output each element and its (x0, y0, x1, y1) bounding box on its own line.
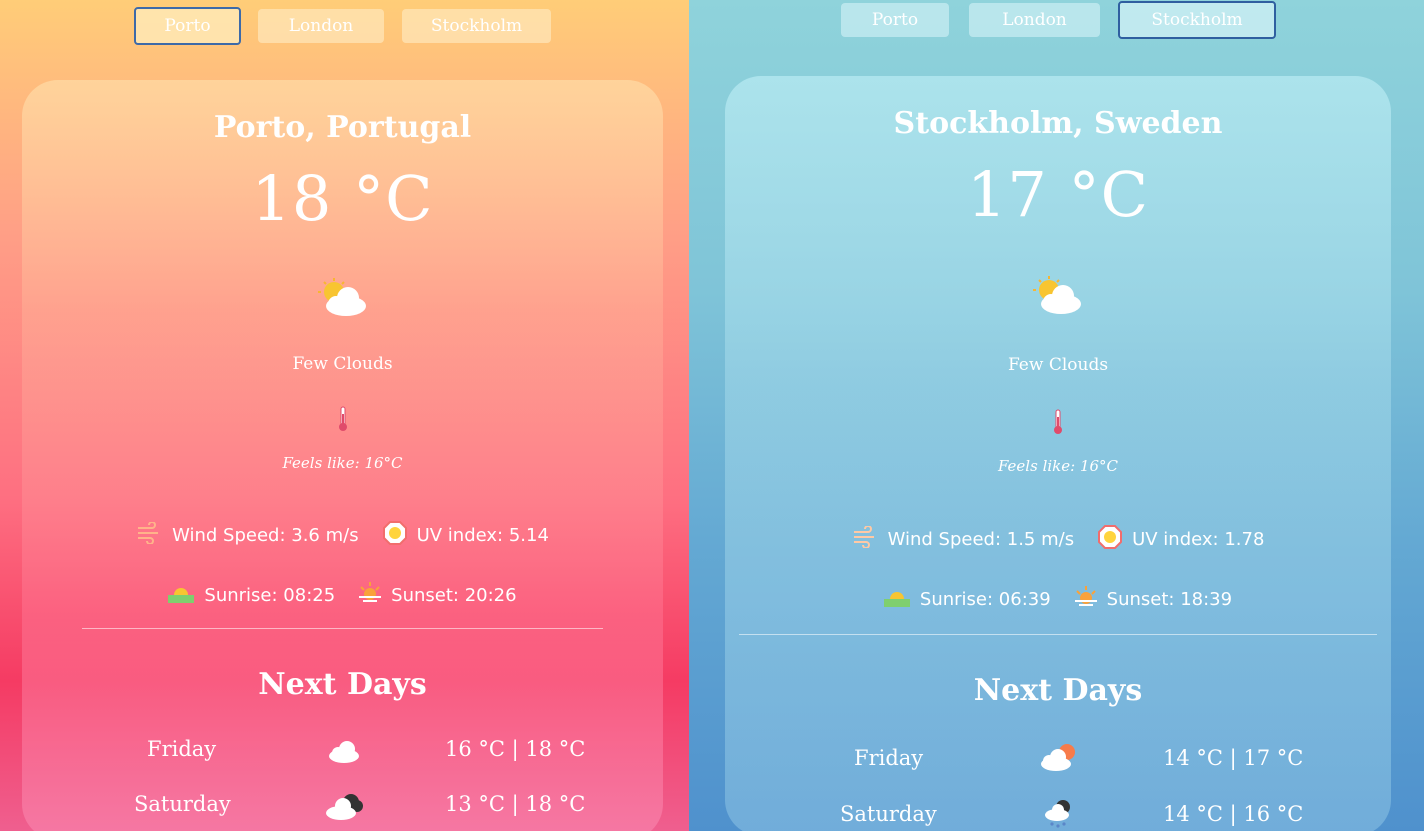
weather-card: Stockholm, Sweden 17 °C Few Clouds Feels… (725, 76, 1391, 831)
forecast-temps: 14 °C | 16 °C (1163, 802, 1304, 826)
thermometer-icon (22, 406, 663, 436)
forecast-temps: 14 °C | 17 °C (1163, 746, 1304, 770)
forecast-day: Saturday (134, 792, 231, 816)
stockholm-weather-panel: Porto London Stockholm Stockholm, Sweden… (689, 0, 1424, 831)
wind-icon (852, 525, 878, 553)
sun-row: Sunrise: 08:25 Sunset: 20:26 (22, 582, 663, 609)
sunrise-icon (883, 587, 910, 612)
sunrise-icon (168, 583, 195, 608)
next-days-title: Next Days (258, 667, 427, 702)
tab-stockholm[interactable]: Stockholm (1118, 1, 1276, 39)
city-title: Porto, Portugal (213, 110, 472, 145)
condition-text: Few Clouds (1007, 355, 1109, 375)
sunset-icon (359, 582, 382, 609)
wind-speed: Wind Speed: 3.6 m/s (172, 525, 359, 546)
feels-like-text: Feels like: 16°C (282, 454, 403, 472)
forecast-row: Friday 14 °C | 17 °C (725, 744, 1391, 786)
sun-row: Sunrise: 06:39 Sunset: 18:39 (725, 586, 1391, 613)
wind-icon (136, 521, 162, 549)
current-temperature: 17 °C (966, 158, 1150, 231)
tab-porto[interactable]: Porto (134, 7, 241, 45)
forecast-day: Saturday (840, 802, 937, 826)
dark-cloud-icon (324, 792, 364, 825)
uv-index: UV index: 5.14 (416, 525, 549, 546)
tab-stockholm[interactable]: Stockholm (402, 9, 551, 43)
forecast-row: Friday 16 °C | 18 °C (22, 737, 663, 777)
uv-index: UV index: 1.78 (1132, 529, 1265, 550)
tab-london[interactable]: London (258, 9, 384, 43)
next-days-title: Next Days (973, 673, 1143, 708)
cloud-icon (327, 739, 361, 768)
feels-like-text: Feels like: 16°C (997, 457, 1119, 475)
sunset-time: Sunset: 20:26 (391, 585, 517, 606)
tab-porto[interactable]: Porto (841, 3, 949, 37)
forecast-temps: 13 °C | 18 °C (445, 792, 586, 816)
uv-icon (382, 521, 407, 550)
sunset-time: Sunset: 18:39 (1106, 589, 1233, 610)
forecast-temps: 16 °C | 18 °C (445, 737, 586, 761)
sunset-icon (1074, 586, 1097, 613)
few-clouds-icon (725, 276, 1391, 320)
divider (739, 634, 1377, 635)
forecast-row: Saturday 14 °C | 16 °C (725, 800, 1391, 831)
tab-london[interactable]: London (969, 3, 1100, 37)
condition-text: Few Clouds (292, 354, 393, 374)
sunrise-time: Sunrise: 06:39 (919, 589, 1051, 610)
forecast-day: Friday (147, 737, 217, 761)
wind-uv-row: Wind Speed: 1.5 m/s UV index: 1.78 (725, 525, 1391, 554)
uv-icon (1098, 525, 1123, 554)
current-temperature: 18 °C (251, 162, 434, 235)
forecast-day: Friday (854, 746, 924, 770)
porto-weather-panel: Porto London Stockholm Porto, Portugal 1… (0, 0, 689, 831)
divider (82, 628, 603, 629)
few-clouds-icon (22, 278, 663, 322)
cloud-sun-icon (1039, 742, 1079, 777)
wind-speed: Wind Speed: 1.5 m/s (887, 529, 1075, 550)
forecast-row: Saturday 13 °C | 18 °C (22, 792, 663, 831)
rain-cloud-icon (1043, 798, 1075, 831)
weather-card: Porto, Portugal 18 °C Few Clouds Feels l… (22, 80, 663, 831)
thermometer-icon (725, 409, 1391, 439)
wind-uv-row: Wind Speed: 3.6 m/s UV index: 5.14 (22, 521, 663, 550)
sunrise-time: Sunrise: 08:25 (204, 585, 336, 606)
city-title: Stockholm, Sweden (893, 106, 1223, 141)
